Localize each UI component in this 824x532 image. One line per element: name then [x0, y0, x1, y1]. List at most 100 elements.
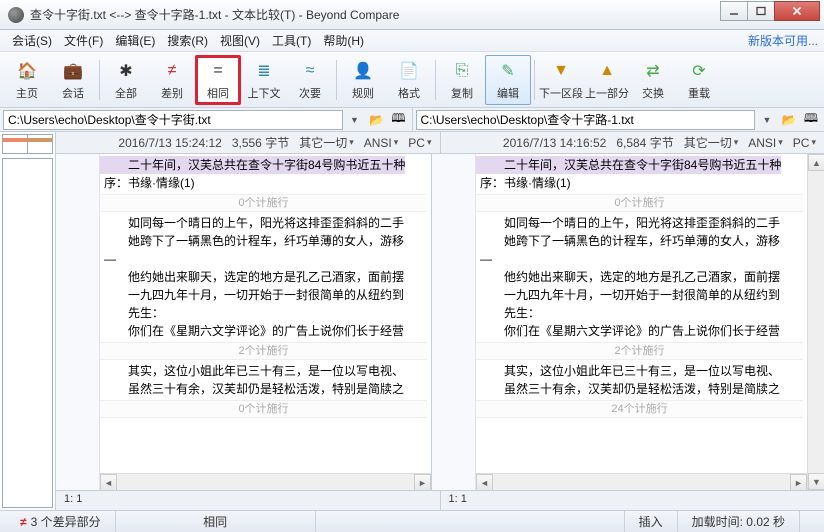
compare-panels: 2016/7/13 15:24:12 3,556 字节 其它一切▾ ANSI▾ … — [56, 132, 824, 510]
menu-view[interactable]: 视图(V) — [214, 30, 266, 51]
text-line: 其实，这位小姐此年已三十有三，是一位以写电视、 — [100, 362, 404, 380]
left-position: 1: 1 — [56, 491, 441, 510]
next-diff-button[interactable]: ▼下一区段 — [538, 55, 584, 105]
left-hscrollbar[interactable]: ◄► — [100, 473, 431, 490]
referee-icon: 👤 — [351, 59, 375, 83]
menu-edit[interactable]: 编辑(E) — [109, 30, 161, 51]
text-line: 虽然三十有余，汉芙却仍是轻松活泼，特别是简牍之 — [476, 380, 780, 398]
right-text-pane[interactable]: 二十年间，汉芙总共在查令十字街84号购书近五十种 序：书缘·情缘(1) 0个计施… — [476, 154, 807, 490]
gap-indicator: 0个计施行 — [100, 400, 427, 418]
swap-button[interactable]: ⇄交换 — [630, 55, 676, 105]
prev-part-button[interactable]: ▲上一部分 — [584, 55, 630, 105]
right-history-icon[interactable]: 🕮 — [801, 110, 821, 130]
left-dropdown-icon[interactable]: ▼ — [345, 110, 365, 130]
menu-search[interactable]: 搜索(R) — [161, 30, 214, 51]
reload-button[interactable]: ⟳重载 — [676, 55, 722, 105]
same-button[interactable]: =相同 — [195, 55, 241, 105]
left-path-area: ▼ 📂 🕮 — [0, 108, 413, 131]
menu-session[interactable]: 会话(S) — [6, 30, 58, 51]
home-button[interactable]: 🏠主页 — [4, 55, 50, 105]
briefcase-icon: 💼 — [61, 59, 85, 83]
overview-header — [2, 134, 53, 154]
text-line: 二十年间，汉芙总共在查令十字街84号购书近五十种 — [100, 156, 405, 174]
all-button[interactable]: ✱全部 — [103, 55, 149, 105]
text-line: 一九四九年十月，一切开始于一封很简单的从纽约到 — [100, 286, 404, 304]
left-encoding-select[interactable]: ANSI▾ — [364, 136, 399, 150]
vscrollbar[interactable]: ▲▼ — [807, 154, 824, 490]
right-hscrollbar[interactable]: ◄► — [476, 473, 807, 490]
right-path-input[interactable] — [416, 110, 756, 130]
close-button[interactable] — [774, 1, 820, 21]
menu-tools[interactable]: 工具(T) — [266, 30, 317, 51]
menu-file[interactable]: 文件(F) — [58, 30, 109, 51]
left-else-select[interactable]: 其它一切▾ — [299, 134, 354, 151]
left-timestamp: 2016/7/13 15:24:12 — [118, 136, 221, 150]
status-mode: 相同 — [116, 511, 316, 532]
app-icon — [8, 7, 24, 23]
menu-bar: 会话(S) 文件(F) 编辑(E) 搜索(R) 视图(V) 工具(T) 帮助(H… — [0, 30, 824, 52]
diff-button[interactable]: ≠差别 — [149, 55, 195, 105]
format-icon: 📄 — [397, 59, 421, 83]
text-line: 她跨下了一辆黑色的计程车，纤巧单薄的女人，游移 — [100, 232, 404, 250]
gap-indicator: 0个计施行 — [476, 194, 803, 212]
minor-button[interactable]: ≈次要 — [287, 55, 333, 105]
text-line: 一九四九年十月，一切开始于一封很简单的从纽约到 — [476, 286, 780, 304]
right-timestamp: 2016/7/13 14:16:52 — [503, 136, 606, 150]
right-encoding-select[interactable]: ANSI▾ — [748, 136, 783, 150]
format-button[interactable]: 📄格式 — [386, 55, 432, 105]
left-open-icon[interactable]: 📂 — [367, 110, 387, 130]
approx-icon: ≈ — [298, 59, 322, 83]
pencil-icon: ✎ — [496, 59, 520, 83]
right-else-select[interactable]: 其它一切▾ — [684, 134, 739, 151]
text-line: 你们在《星期六文学评论》的广告上说你们长于经营 — [100, 322, 404, 340]
status-diff-count: ≠3 个差异部分 — [6, 511, 116, 532]
right-dropdown-icon[interactable]: ▼ — [757, 110, 777, 130]
work-area: 2016/7/13 15:24:12 3,556 字节 其它一切▾ ANSI▾ … — [0, 132, 824, 510]
left-text-pane[interactable]: 二十年间，汉芙总共在查令十字街84号购书近五十种 序：书缘·情缘(1) 0个计施… — [100, 154, 432, 490]
right-info: 2016/7/13 14:16:52 6,584 字节 其它一切▾ ANSI▾ … — [441, 132, 824, 153]
home-icon: 🏠 — [15, 59, 39, 83]
left-lineends-select[interactable]: PC▾ — [408, 136, 431, 150]
gap-indicator: 2个计施行 — [100, 342, 427, 360]
info-row: 2016/7/13 15:24:12 3,556 字节 其它一切▾ ANSI▾ … — [56, 132, 824, 154]
right-gutter — [432, 154, 476, 490]
path-row: ▼ 📂 🕮 ▼ 📂 🕮 — [0, 108, 824, 132]
left-path-input[interactable] — [3, 110, 343, 130]
text-line: 你们在《星期六文学评论》的广告上说你们长于经营 — [476, 322, 780, 340]
text-line: 如同每一个晴日的上午，阳光将这排歪歪斜斜的二手 — [100, 214, 404, 232]
window-titlebar: 查令十字街.txt <--> 查令十字路-1.txt - 文本比较(T) - B… — [0, 0, 824, 30]
right-open-icon[interactable]: 📂 — [779, 110, 799, 130]
gap-indicator: 2个计施行 — [476, 342, 803, 360]
menu-help[interactable]: 帮助(H) — [317, 30, 370, 51]
overview-thumbnail[interactable] — [2, 158, 53, 508]
copy-icon: ⎘ — [450, 59, 474, 83]
left-gutter — [56, 154, 100, 490]
text-line: 他约她出来聊天，选定的地方是孔乙己酒家，面前摆 — [476, 268, 780, 286]
overview-pane[interactable] — [0, 132, 56, 510]
session-button[interactable]: 💼会话 — [50, 55, 96, 105]
status-bar: ≠3 个差异部分 相同 插入 加载时间: 0.02 秒 — [0, 510, 824, 532]
context-button[interactable]: ≣上下文 — [241, 55, 287, 105]
maximize-button[interactable] — [747, 1, 775, 21]
editmode-button[interactable]: ✎编辑 — [485, 55, 531, 105]
context-icon: ≣ — [252, 59, 276, 83]
window-title: 查令十字街.txt <--> 查令十字路-1.txt - 文本比较(T) - B… — [30, 6, 721, 23]
copy-button[interactable]: ⎘复制 — [439, 55, 485, 105]
text-line: 他约她出来聊天，选定的地方是孔乙己酒家，面前摆 — [100, 268, 404, 286]
right-size: 6,584 字节 — [616, 134, 673, 151]
left-history-icon[interactable]: 🕮 — [389, 110, 409, 130]
rules-button[interactable]: 👤规则 — [340, 55, 386, 105]
toolbar: 🏠主页 💼会话 ✱全部 ≠差别 =相同 ≣上下文 ≈次要 👤规则 📄格式 ⎘复制… — [0, 52, 824, 108]
left-size: 3,556 字节 — [232, 134, 289, 151]
reload-icon: ⟳ — [687, 59, 711, 83]
new-version-link[interactable]: 新版本可用... — [748, 32, 818, 49]
swap-icon: ⇄ — [641, 59, 665, 83]
minimize-button[interactable] — [720, 1, 748, 21]
right-lineends-select[interactable]: PC▾ — [793, 136, 816, 150]
position-row: 1: 1 1: 1 — [56, 490, 824, 510]
right-position: 1: 1 — [441, 491, 824, 510]
text-line: 二十年间，汉芙总共在查令十字街84号购书近五十种 — [476, 156, 781, 174]
arrow-down-icon: ▼ — [549, 59, 573, 83]
equal-icon: = — [206, 59, 230, 83]
gap-indicator: 24个计施行 — [476, 400, 803, 418]
